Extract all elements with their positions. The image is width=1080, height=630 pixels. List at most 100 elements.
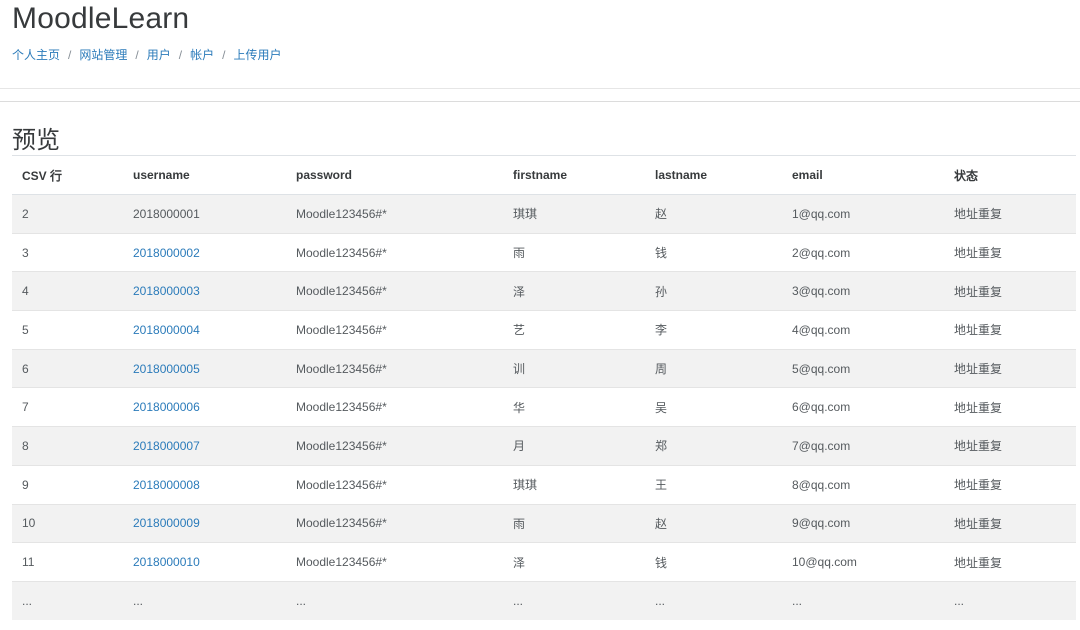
username-cell: 2018000004 (123, 310, 286, 350)
username-cell: 2018000005 (123, 348, 286, 388)
table-body: 2 2018000001 Moodle123456#* 琪琪赵 1@qq.com 地址重复… (12, 194, 1076, 621)
breadcrumb-separator: / (178, 47, 183, 62)
password-cell: Moodle123456#* (286, 310, 503, 350)
email-cell: ... (782, 580, 944, 621)
csv-row-cell: ... (12, 580, 123, 621)
status-cell: ... (944, 580, 1076, 621)
table-row: 4 2018000003 Moodle123456#* 泽孙 3@qq.com 地址重复 (12, 271, 1076, 311)
email-cell: 2@qq.com (782, 232, 944, 272)
firstname-cell: 泽 (503, 271, 645, 311)
breadcrumb-separator: / (135, 47, 139, 62)
email-cell: 6@qq.com (782, 387, 944, 427)
table-row: 7 2018000006 Moodle123456#* 华吴 6@qq.com 地址重复 (12, 387, 1076, 427)
firstname-cell: 华 (503, 387, 645, 427)
table-row: 6 2018000005 Moodle123456#* 训周 5@qq.com 地址重复 (12, 348, 1076, 388)
lastname-cell: 李 (645, 310, 782, 350)
status-cell: 地址重复 (944, 271, 1076, 311)
firstname-cell: 训 (503, 348, 645, 388)
password-cell: Moodle123456#* (286, 271, 503, 311)
table-row: 8 2018000007 Moodle123456#* 月郑 7@qq.com 地址重复 (12, 426, 1076, 466)
table-row: ..................... (12, 580, 1076, 621)
username-cell: 2018000008 (123, 464, 286, 504)
column-header-email[interactable]: email (782, 155, 944, 195)
password-cell: Moodle123456#* (286, 503, 503, 543)
username-link[interactable]: 2018000007 (133, 439, 200, 453)
breadcrumb-item-upload-users[interactable]: 上传用户 (233, 46, 281, 63)
lastname-cell: ... (645, 580, 782, 621)
status-cell: 地址重复 (944, 194, 1076, 234)
username-cell: 2018000002 (123, 232, 286, 272)
table-row: 10 2018000009 Moodle123456#* 雨赵 9@qq.com 地址重复 (12, 503, 1076, 543)
column-header-csv-row[interactable]: CSV 行 (12, 155, 123, 195)
firstname-cell: 琪琪 (503, 194, 645, 234)
email-cell: 10@qq.com (782, 542, 944, 582)
lastname-cell: 郑 (645, 426, 782, 466)
username-link[interactable]: 2018000006 (133, 400, 200, 414)
email-cell: 5@qq.com (782, 348, 944, 388)
status-cell: 地址重复 (944, 542, 1076, 582)
password-cell: Moodle123456#* (286, 348, 503, 388)
csv-row-cell: 3 (12, 232, 123, 272)
username-link[interactable]: 2018000010 (133, 555, 200, 569)
csv-row-cell: 7 (12, 387, 123, 427)
preview-heading: 预览 (12, 127, 60, 154)
email-cell: 3@qq.com (782, 271, 944, 311)
breadcrumb: 个人主页 / 网站管理 / 用户 / 帐户 / 上传用户 (12, 46, 281, 63)
firstname-cell: 月 (503, 426, 645, 466)
column-header-lastname[interactable]: lastname (645, 155, 782, 195)
csv-row-cell: 4 (12, 271, 123, 311)
status-cell: 地址重复 (944, 503, 1076, 543)
preview-table: CSV 行 username password firstname lastna… (12, 155, 1076, 621)
username-link[interactable]: 2018000003 (133, 284, 200, 298)
column-header-username[interactable]: username (123, 155, 286, 195)
username-cell: 2018000001 (123, 194, 286, 234)
breadcrumb-item-users[interactable]: 用户 (147, 46, 171, 63)
site-title: MoodleLearn (12, 2, 190, 35)
username-link[interactable]: 2018000008 (133, 478, 200, 492)
status-cell: 地址重复 (944, 348, 1076, 388)
username-cell: ... (123, 580, 286, 621)
table-row: 9 2018000008 Moodle123456#* 琪琪王 8@qq.com 地址重复 (12, 464, 1076, 504)
csv-row-cell: 5 (12, 310, 123, 350)
firstname-cell: ... (503, 580, 645, 621)
csv-row-cell: 11 (12, 542, 123, 582)
table-row: 3 2018000002 Moodle123456#* 雨钱 2@qq.com 地址重复 (12, 232, 1076, 272)
lastname-cell: 赵 (645, 503, 782, 543)
csv-row-cell: 6 (12, 348, 123, 388)
page-header: MoodleLearn 个人主页 / 网站管理 / 用户 / 帐户 / 上传用户 (0, 0, 1080, 88)
firstname-cell: 艺 (503, 310, 645, 350)
lastname-cell: 吴 (645, 387, 782, 427)
username-link[interactable]: 2018000002 (133, 246, 200, 260)
column-header-status[interactable]: 状态 (944, 155, 1076, 195)
email-cell: 8@qq.com (782, 464, 944, 504)
username-link[interactable]: 2018000005 (133, 362, 200, 376)
breadcrumb-item-dashboard[interactable]: 个人主页 (12, 46, 60, 63)
username-link[interactable]: 2018000004 (133, 323, 200, 337)
column-header-firstname[interactable]: firstname (503, 155, 645, 195)
email-cell: 4@qq.com (782, 310, 944, 350)
username-cell: 2018000009 (123, 503, 286, 543)
lastname-cell: 孙 (645, 271, 782, 311)
csv-row-cell: 10 (12, 503, 123, 543)
firstname-cell: 雨 (503, 503, 645, 543)
content-divider (0, 101, 1080, 102)
status-cell: 地址重复 (944, 387, 1076, 427)
email-cell: 9@qq.com (782, 503, 944, 543)
email-cell: 7@qq.com (782, 426, 944, 466)
lastname-cell: 王 (645, 464, 782, 504)
lastname-cell: 赵 (645, 194, 782, 234)
status-cell: 地址重复 (944, 232, 1076, 272)
table-row: 2 2018000001 Moodle123456#* 琪琪赵 1@qq.com 地址重复 (12, 194, 1076, 234)
breadcrumb-item-site-admin[interactable]: 网站管理 (79, 46, 127, 63)
breadcrumb-separator: / (222, 47, 226, 62)
breadcrumb-item-accounts[interactable]: 帐户 (190, 46, 214, 63)
header-divider (0, 88, 1080, 89)
column-header-password[interactable]: password (286, 155, 503, 195)
lastname-cell: 钱 (645, 232, 782, 272)
page: MoodleLearn 个人主页 / 网站管理 / 用户 / 帐户 / 上传用户… (0, 0, 1080, 630)
csv-row-cell: 9 (12, 464, 123, 504)
firstname-cell: 琪琪 (503, 464, 645, 504)
username-link[interactable]: 2018000009 (133, 516, 200, 530)
breadcrumb-separator: / (68, 47, 72, 62)
lastname-cell: 周 (645, 348, 782, 388)
